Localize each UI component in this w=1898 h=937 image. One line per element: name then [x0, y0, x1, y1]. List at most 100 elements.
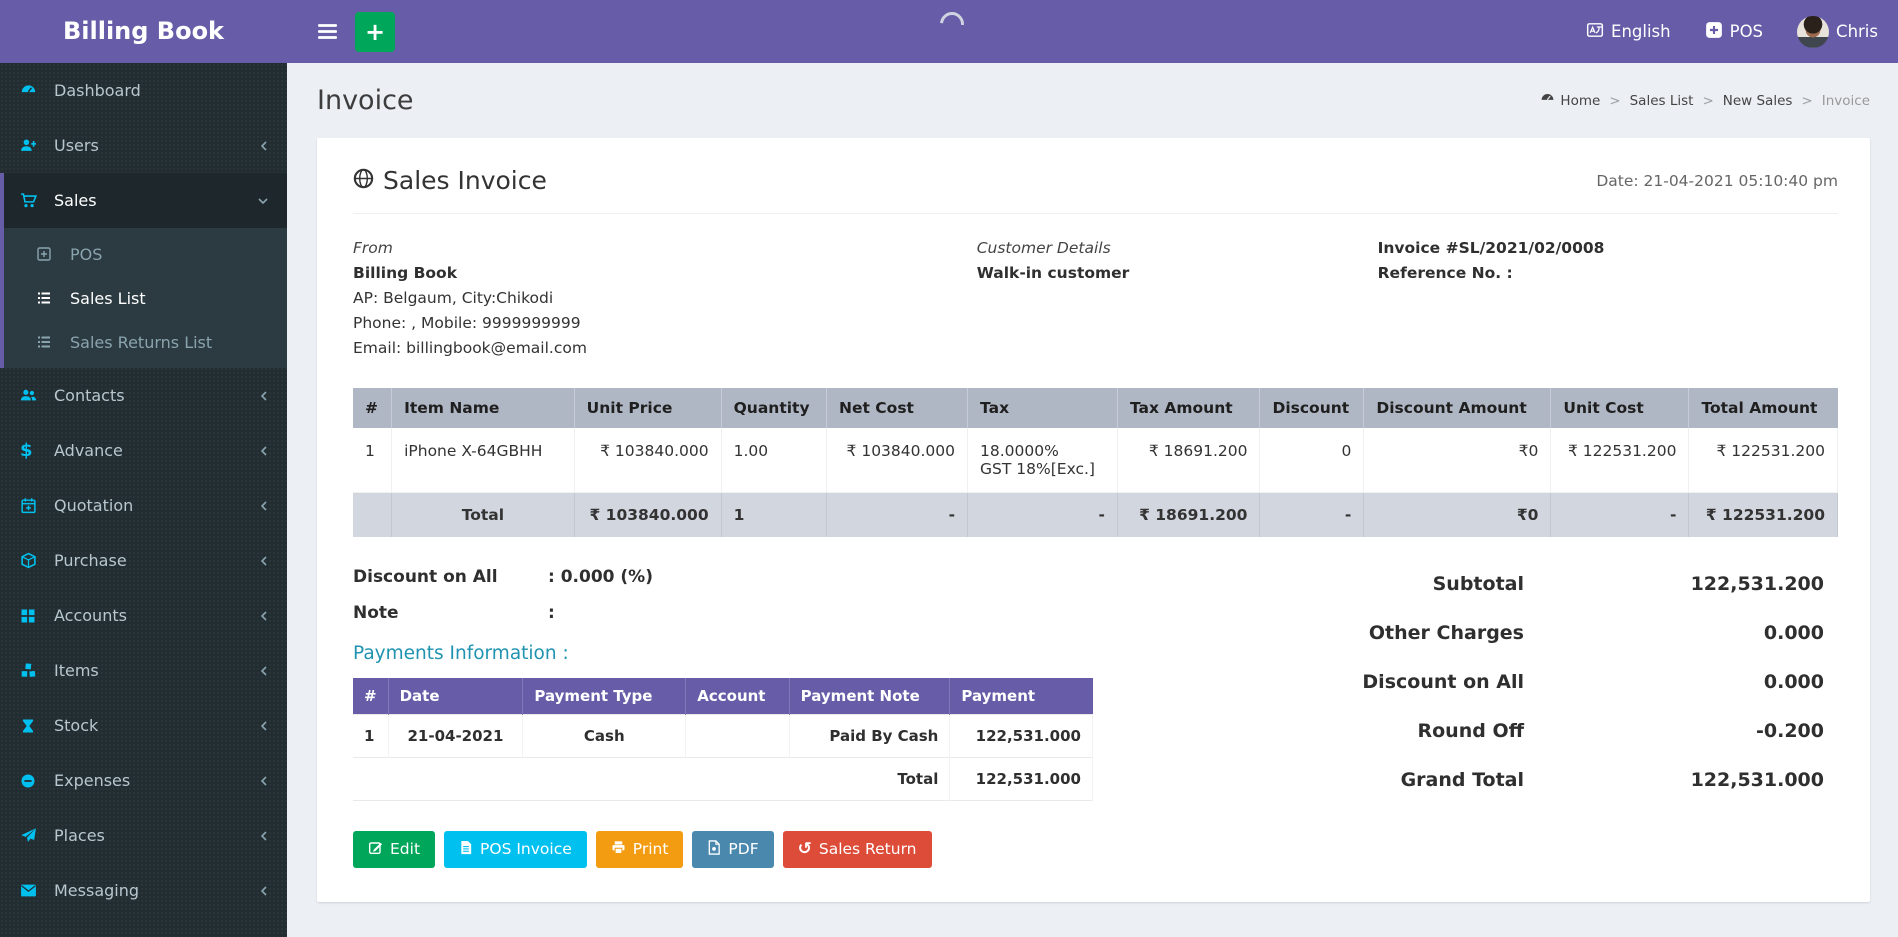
payment-note: Paid By Cash	[789, 714, 950, 757]
total-discount-amount: ₹0	[1364, 492, 1551, 537]
chevron-left-icon	[259, 610, 269, 622]
col-header: #	[353, 388, 392, 428]
pos-shortcut[interactable]: POS	[1705, 21, 1763, 43]
item-unit-price: ₹ 103840.000	[574, 428, 721, 493]
paper-plane-icon	[20, 827, 42, 845]
pdf-button[interactable]: PDF	[692, 831, 773, 868]
print-button[interactable]: Print	[596, 831, 684, 868]
breadcrumb-sales-list[interactable]: Sales List	[1630, 93, 1694, 109]
chevron-left-icon	[259, 830, 269, 842]
edit-button[interactable]: Edit	[353, 831, 435, 868]
sidebar-subitem-label: Sales List	[70, 289, 146, 308]
avatar	[1797, 16, 1829, 48]
items-table-header-row: # Item Name Unit Price Quantity Net Cost…	[353, 388, 1838, 428]
sidebar-item-reports[interactable]: Reports	[0, 918, 287, 937]
plus-square-outline-icon	[36, 245, 58, 263]
edit-pencil-icon	[368, 840, 383, 859]
sales-return-button[interactable]: ↺ Sales Return	[783, 831, 932, 868]
item-quantity: 1.00	[721, 428, 826, 493]
customer-details: Customer Details Walk-in customer	[977, 236, 1378, 362]
hourglass-icon	[20, 717, 42, 735]
customer-name: Walk-in customer	[977, 261, 1378, 286]
sidebar-subitem-sales-list[interactable]: Sales List	[4, 276, 287, 320]
invoice-number: Invoice #SL/2021/02/0008	[1378, 236, 1838, 261]
payments-table: # Date Payment Type Account Payment Note…	[353, 678, 1093, 801]
language-label: English	[1611, 22, 1671, 41]
grid-icon	[20, 607, 42, 625]
main-content: Invoice Home > Sales List > New Sales > …	[287, 0, 1898, 937]
col-header: #	[353, 678, 388, 715]
sidebar-subitem-pos[interactable]: POS	[4, 232, 287, 276]
sidebar-item-accounts[interactable]: Accounts	[0, 588, 287, 643]
chevron-left-icon	[259, 445, 269, 457]
item-sn: 1	[353, 428, 392, 493]
reference-number: Reference No. :	[1378, 261, 1838, 286]
pos-invoice-button[interactable]: POS Invoice	[444, 831, 587, 868]
sidebar-subitem-label: POS	[70, 245, 102, 264]
sidebar-toggle-icon[interactable]	[307, 12, 347, 52]
sidebar-item-stock[interactable]: Stock	[0, 698, 287, 753]
col-header: Payment Note	[789, 678, 950, 715]
list-icon	[36, 289, 58, 307]
sidebar-item-label: Purchase	[54, 551, 127, 570]
sidebar-item-contacts[interactable]: Contacts	[0, 368, 287, 423]
sidebar-item-messaging[interactable]: Messaging	[0, 863, 287, 918]
seller-phone: Phone: , Mobile: 9999999999	[353, 311, 977, 336]
top-navbar: Billing Book + English POS Chris	[0, 0, 1898, 63]
sidebar-item-purchase[interactable]: Purchase	[0, 533, 287, 588]
sidebar-subitem-sales-returns-list[interactable]: Sales Returns List	[4, 320, 287, 364]
col-header: Net Cost	[827, 388, 968, 428]
sidebar-item-label: Accounts	[54, 606, 127, 625]
chevron-down-icon	[257, 196, 269, 206]
sidebar-item-label: Messaging	[54, 881, 139, 900]
col-header: Discount Amount	[1364, 388, 1551, 428]
sidebar-item-label: Sales	[54, 191, 97, 210]
pos-label: POS	[1730, 22, 1763, 41]
total-amount: ₹ 122531.200	[1689, 492, 1838, 537]
chevron-left-icon	[259, 665, 269, 677]
sidebar-item-expenses[interactable]: Expenses	[0, 753, 287, 808]
sidebar-item-items[interactable]: Items	[0, 643, 287, 698]
cubes-icon	[20, 662, 42, 680]
printer-icon	[611, 840, 626, 859]
globe-icon	[353, 166, 374, 195]
app-logo[interactable]: Billing Book	[0, 0, 287, 63]
total-label: Total	[392, 492, 575, 537]
undo-icon: ↺	[798, 841, 812, 858]
quick-add-button[interactable]: +	[355, 12, 395, 52]
minus-circle-icon	[20, 772, 42, 790]
sidebar: Dashboard Users Sales POS	[0, 63, 287, 937]
language-menu[interactable]: English	[1586, 21, 1671, 43]
sidebar-item-label: Dashboard	[54, 81, 141, 100]
breadcrumb-new-sales[interactable]: New Sales	[1723, 93, 1793, 109]
sales-submenu: POS Sales List Sales Returns List	[4, 228, 287, 368]
sidebar-item-users[interactable]: Users	[0, 118, 287, 173]
discount-on-all-label: Discount on All	[353, 567, 548, 587]
col-header: Unit Cost	[1551, 388, 1689, 428]
breadcrumb-separator: >	[1609, 93, 1620, 109]
sidebar-item-places[interactable]: Places	[0, 808, 287, 863]
payments-header-row: # Date Payment Type Account Payment Note…	[353, 678, 1093, 715]
item-row: 1 iPhone X-64GBHH ₹ 103840.000 1.00 ₹ 10…	[353, 428, 1838, 493]
user-menu[interactable]: Chris	[1797, 16, 1878, 48]
summary-row-other-charges: Other Charges 0.000	[1278, 622, 1824, 644]
sidebar-item-advance[interactable]: $ Advance	[0, 423, 287, 478]
chevron-left-icon	[259, 775, 269, 787]
breadcrumb-home[interactable]: Home	[1540, 91, 1600, 110]
col-header: Quantity	[721, 388, 826, 428]
payment-sn: 1	[353, 714, 388, 757]
col-header: Tax	[968, 388, 1118, 428]
user-name: Chris	[1836, 22, 1878, 41]
payment-type: Cash	[523, 714, 686, 757]
chevron-left-icon	[259, 555, 269, 567]
envelope-icon	[20, 882, 42, 900]
invoice-summary: Subtotal 122,531.200 Other Charges 0.000…	[1278, 567, 1838, 868]
summary-row-discount-on-all: Discount on All 0.000	[1278, 671, 1824, 693]
payments-information-title: Payments Information :	[353, 643, 1185, 664]
payments-total-row: Total 122,531.000	[353, 757, 1093, 800]
sidebar-item-dashboard[interactable]: Dashboard	[0, 63, 287, 118]
sidebar-item-quotation[interactable]: Quotation	[0, 478, 287, 533]
dollar-icon: $	[20, 442, 42, 460]
sidebar-item-sales[interactable]: Sales	[4, 173, 287, 228]
col-header: Item Name	[392, 388, 575, 428]
